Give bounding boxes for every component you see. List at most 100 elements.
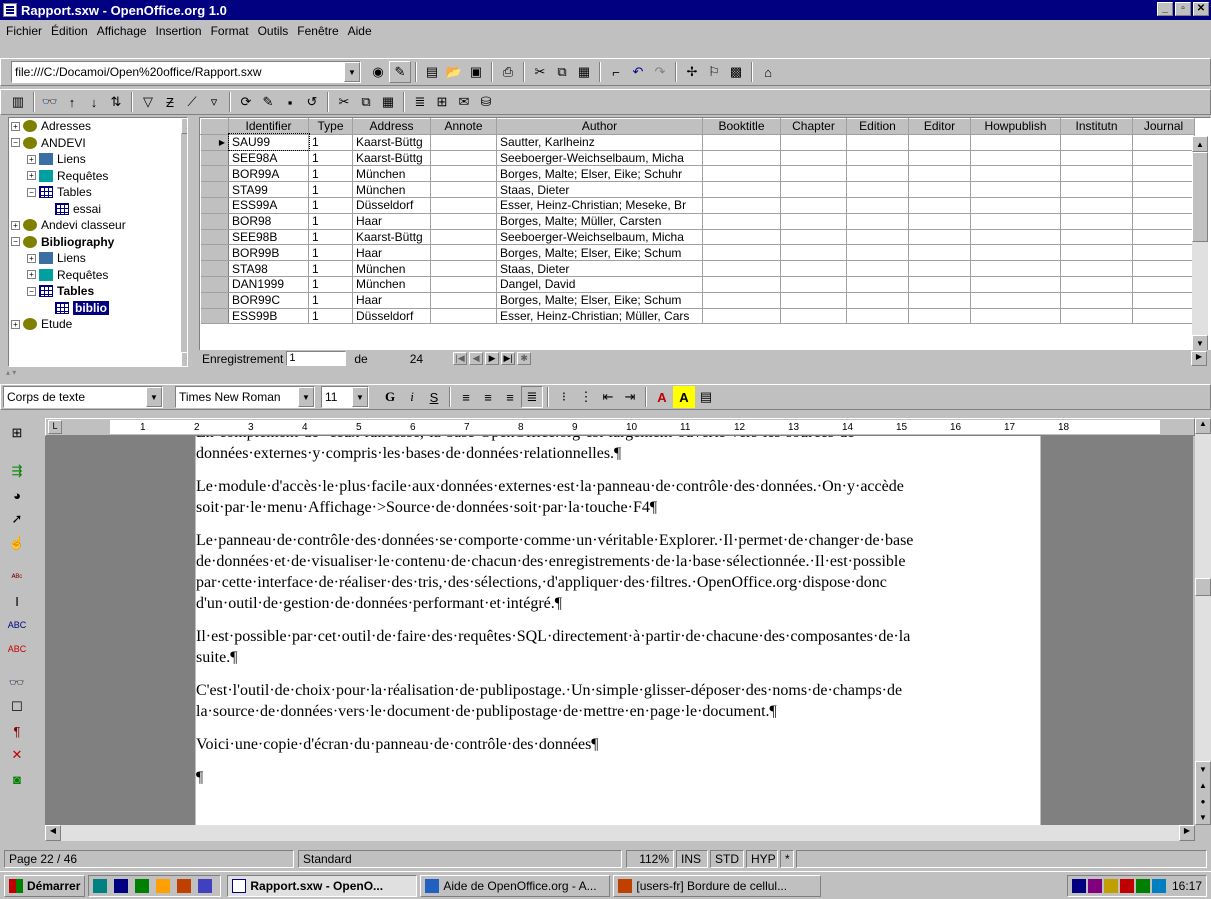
row-header[interactable] [200,181,229,198]
table-cell[interactable] [780,244,847,262]
datasource-tree[interactable]: + Adresses − ANDEVI + Liens + Requêtes − Tables es… [8,117,188,367]
table-row[interactable]: BOR99A 1 München Borges, Malte; Elser, Eike… [200,165,1195,183]
table-cell[interactable] [1060,292,1133,309]
table-row[interactable]: ESS99B 1 Düsseldorf Esser, Heinz-Christian;… [200,308,1195,325]
table-cell[interactable]: 1 [308,213,353,230]
column-header[interactable]: Annote [430,118,497,135]
collapse-icon[interactable]: − [27,187,36,197]
bullets-icon[interactable]: ⋮ [575,386,597,408]
menu-insertion[interactable]: Insertion [156,24,202,38]
undo-icon[interactable]: ↶ [627,61,649,83]
sort-descending-icon[interactable]: ↓ [83,91,105,113]
table-cell[interactable]: Borges, Malte; Elser, Eike; Schuhr [496,165,703,183]
table-cell[interactable]: STA98 [228,260,309,277]
expand-icon[interactable]: + [11,121,20,131]
column-header[interactable]: Type [308,118,353,135]
quick-launch-app-icon[interactable] [156,878,171,893]
tab-stop-type-icon[interactable]: L [48,420,62,434]
paragraph[interactable]: En·complément·de··ceux·ralicesse,·la·bas… [196,436,1040,464]
remove-filter-icon[interactable]: ▿ [203,91,225,113]
table-cell[interactable]: Borges, Malte; Elser, Eike; Schum [496,244,703,262]
table-cell[interactable] [908,213,971,230]
row-header[interactable] [200,260,229,277]
tree-item[interactable]: essai [9,201,187,218]
task-users-fr[interactable]: [users-fr] Bordure de cellul... [613,874,822,897]
expand-icon[interactable]: + [27,253,36,263]
grid-scroll-down-icon[interactable]: ▼ [1192,335,1208,351]
table-cell[interactable] [430,229,497,246]
table-row[interactable]: SEE98B 1 Kaarst-Büttg Seeboerger-Weichselba… [200,229,1195,246]
table-cell[interactable] [908,165,971,183]
tray-icon-6[interactable] [1151,878,1166,893]
tree-item[interactable]: + Requêtes [9,168,187,185]
table-cell[interactable] [970,197,1061,214]
table-cell[interactable]: München [352,276,431,293]
close-button[interactable]: ✕ [1193,2,1209,16]
copy-record-icon[interactable]: ⧉ [355,91,377,113]
expand-icon[interactable]: + [11,319,20,329]
clock[interactable]: 16:17 [1172,879,1202,893]
page-style-indicator[interactable]: Standard [298,850,622,868]
column-header[interactable]: Institutn [1060,118,1133,135]
bold-icon[interactable]: G [379,386,401,408]
table-cell[interactable] [1060,308,1133,325]
table-cell[interactable] [780,308,847,325]
tree-scrollbar[interactable]: ▲ ▼ [181,118,187,366]
table-cell[interactable] [908,260,971,277]
table-cell[interactable]: SEE98B [228,229,309,246]
copy-icon[interactable]: ⧉ [551,61,573,83]
table-cell[interactable] [702,229,781,246]
row-header[interactable]: ▶ [200,134,229,151]
find-replace-icon[interactable]: 👓 [6,672,28,694]
table-cell[interactable] [780,229,847,246]
selection-mode-indicator[interactable]: STD [710,850,744,868]
document-vertical-scrollbar[interactable]: ▲ ▼ ▲ ● ▼ [1195,418,1211,825]
table-cell[interactable]: 1 [308,308,353,325]
table-cell[interactable]: 1 [308,244,353,262]
increase-indent-icon[interactable]: ⇥ [619,386,641,408]
table-cell[interactable] [1060,150,1133,167]
table-cell[interactable] [908,150,971,167]
table-cell[interactable]: 1 [308,276,353,293]
table-cell[interactable]: 1 [308,292,353,309]
font-name-combobox[interactable]: Times New Roman ▼ [175,386,315,408]
table-cell[interactable]: Haar [352,213,431,230]
format-paintbrush-icon[interactable]: ⌐ [605,61,627,83]
table-cell[interactable] [1132,134,1195,151]
first-record-icon[interactable]: |◀ [453,352,468,365]
align-right-icon[interactable]: ≡ [499,386,521,408]
table-cell[interactable] [1132,308,1195,325]
table-cell[interactable] [780,213,847,230]
table-cell[interactable] [1060,181,1133,198]
data-grid[interactable]: Identifier Type Address Annote Author Booktit… [199,117,1211,367]
font-color-icon[interactable]: A [651,386,673,408]
cut-record-icon[interactable]: ✂ [333,91,355,113]
apply-filter-icon[interactable]: ⟋ [181,91,203,113]
table-cell[interactable] [1060,213,1133,230]
table-cell[interactable] [970,229,1061,246]
expand-icon[interactable]: + [27,171,36,181]
table-cell[interactable]: 1 [308,150,353,167]
table-cell[interactable] [908,276,971,293]
table-cell[interactable] [702,276,781,293]
table-cell[interactable] [430,292,497,309]
quick-launch-desktop-icon[interactable] [93,878,108,893]
find-record-icon[interactable]: 👓 [39,91,61,113]
paste-icon[interactable]: ▦ [573,61,595,83]
paragraph[interactable]: Voici·une·copie·d'écran·du·panneau·de·co… [196,734,1040,755]
maximize-button[interactable]: ▫ [1175,2,1191,16]
table-cell[interactable] [1060,197,1133,214]
table-cell[interactable]: ESS99A [228,197,309,214]
menu-outils[interactable]: Outils [258,24,289,38]
next-record-icon[interactable]: ▶ [485,352,500,365]
table-cell[interactable] [970,292,1061,309]
table-cell[interactable] [780,197,847,214]
quick-launch-outlook-icon[interactable] [198,878,213,893]
table-cell[interactable] [430,260,497,277]
paragraph-style-combobox[interactable]: Corps de texte ▼ [3,386,163,408]
table-cell[interactable] [430,197,497,214]
edit-file-icon[interactable]: ✎ [389,61,411,83]
table-cell[interactable]: Düsseldorf [352,308,431,325]
task-aide[interactable]: Aide de OpenOffice.org - A... [420,874,611,897]
style-dropdown-icon[interactable]: ▼ [146,387,162,407]
